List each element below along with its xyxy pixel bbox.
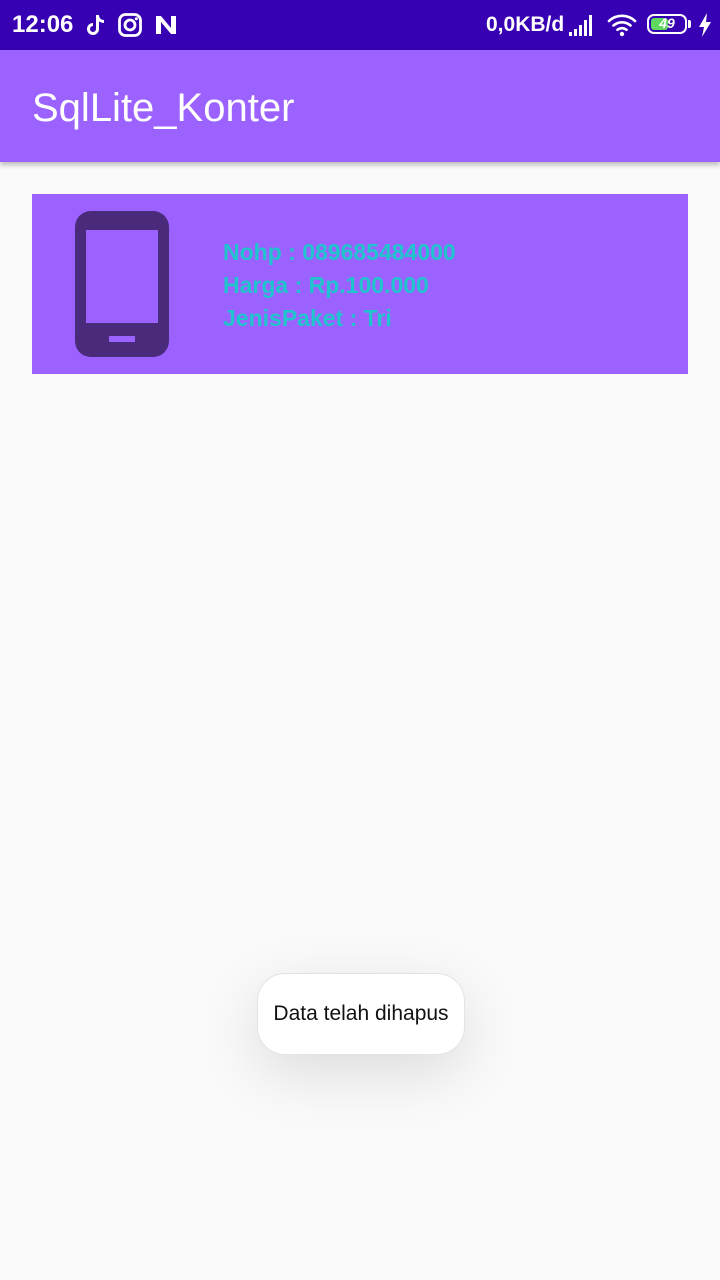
instagram-icon (118, 13, 142, 37)
app-bar: SqlLite_Konter (0, 50, 720, 162)
status-time: 12:06 (12, 11, 74, 38)
n-app-icon (156, 16, 176, 34)
signal-icon (569, 15, 592, 36)
wifi-icon (607, 14, 637, 37)
tiktok-icon (87, 15, 104, 35)
item-details: Nohp : 089685484000 Harga : Rp.100.000 J… (223, 236, 456, 335)
item-jenis-paket: JenisPaket : Tri (223, 305, 392, 331)
item-nohp: Nohp : 089685484000 (223, 239, 456, 265)
network-speed: 0,0KB/d (486, 13, 565, 36)
status-bar: 12:06 0,0KB/d 49 (0, 0, 720, 50)
toast-message: Data telah dihapus (257, 973, 465, 1055)
item-harga: Harga : Rp.100.000 (223, 272, 429, 298)
charging-icon (699, 13, 711, 37)
battery-icon: 49 (647, 14, 687, 34)
list-item[interactable]: Nohp : 089685484000 Harga : Rp.100.000 J… (32, 194, 688, 374)
battery-level: 49 (659, 15, 675, 31)
smartphone-icon (75, 211, 169, 357)
app-title: SqlLite_Konter (32, 86, 295, 130)
battery-tip (688, 20, 691, 28)
